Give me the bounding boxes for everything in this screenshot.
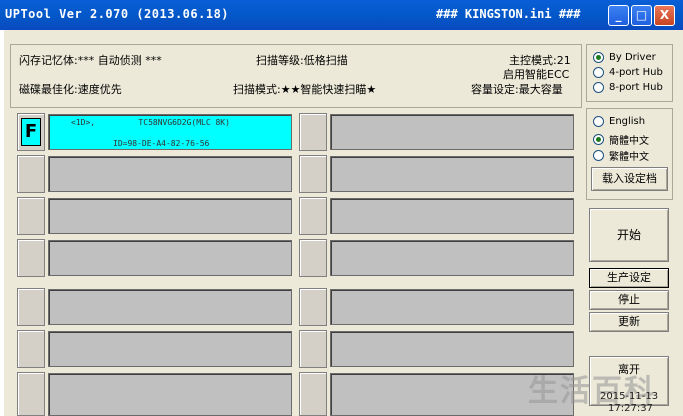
radio-label: 繁體中文	[609, 152, 649, 163]
radio-unchecked-icon	[593, 67, 604, 78]
port-status-slot	[17, 155, 45, 193]
radio-english[interactable]: English	[593, 116, 645, 127]
port-empty[interactable]	[330, 156, 574, 192]
radio-checked-icon	[593, 134, 604, 145]
port-status-slot	[299, 330, 327, 368]
maximize-icon: □	[635, 8, 648, 22]
port-status-slot	[17, 239, 45, 277]
radio-traditional-chinese[interactable]: 繁體中文	[593, 148, 649, 163]
port-status-slot	[17, 330, 45, 368]
load-settings-button[interactable]: 载入设定档	[591, 167, 668, 191]
radio-unchecked-icon	[593, 150, 604, 161]
radio-label: 4-port Hub	[609, 67, 663, 78]
smart-ecc-info: 启用智能ECC	[503, 68, 570, 81]
port-chip-info: <1D>, TC58NVG6D2G(MLC 8K)	[71, 118, 230, 127]
language-options-group: English 簡體中文 繁體中文 载入设定档	[586, 108, 673, 200]
minimize-icon: _	[615, 8, 622, 22]
radio-4-port-hub[interactable]: 4-port Hub	[593, 67, 663, 78]
radio-by-driver[interactable]: By Driver	[593, 52, 656, 63]
port-status-slot	[299, 113, 327, 151]
scan-mode-info: 扫描模式:★★智能快速扫瞄★	[233, 83, 377, 96]
port-flash-id: ID=98-DE-A4-82-76-56	[113, 139, 210, 148]
window-title: UPTool Ver 2.070 (2013.06.18)	[5, 7, 230, 21]
capacity-setting-info: 容量设定:最大容量	[471, 83, 563, 96]
port-empty[interactable]	[330, 289, 574, 325]
radio-simplified-chinese[interactable]: 簡體中文	[593, 132, 649, 147]
port-status-slot	[299, 288, 327, 326]
radio-label: By Driver	[609, 52, 656, 63]
port-empty[interactable]	[48, 156, 292, 192]
disk-optimization-info: 磁碟最佳化:速度优先	[19, 83, 122, 96]
port-status-slot: F	[17, 113, 45, 151]
port-empty[interactable]	[330, 331, 574, 367]
stop-button[interactable]: 停止	[589, 290, 669, 310]
radio-label: English	[609, 116, 646, 127]
flash-memory-info: 闪存记忆体:*** 自动侦测 ***	[19, 54, 162, 67]
radio-label: 簡體中文	[609, 136, 649, 147]
port-status-slot	[299, 372, 327, 416]
port-empty[interactable]	[48, 331, 292, 367]
port-status-slot	[299, 239, 327, 277]
info-panel: 闪存记忆体:*** 自动侦测 *** 扫描等级:低格扫描 主控模式:21 启用智…	[10, 44, 582, 108]
port-status-slot	[17, 197, 45, 235]
port-status-slot	[299, 197, 327, 235]
client-area: 闪存记忆体:*** 自动侦测 *** 扫描等级:低格扫描 主控模式:21 启用智…	[4, 30, 683, 416]
radio-unchecked-icon	[593, 82, 604, 93]
port-empty[interactable]	[330, 240, 574, 276]
title-bar[interactable]: UPTool Ver 2.070 (2013.06.18) ### KINGST…	[0, 0, 683, 30]
port-empty[interactable]	[330, 198, 574, 234]
port-status-slot	[299, 155, 327, 193]
config-file-label: ### KINGSTON.ini ###	[436, 7, 581, 21]
start-button[interactable]: 开始	[589, 208, 669, 262]
port-empty[interactable]	[48, 240, 292, 276]
maximize-button[interactable]: □	[631, 5, 652, 26]
port-status-slot	[17, 372, 45, 416]
radio-label: 8-port Hub	[609, 82, 663, 93]
port-empty[interactable]	[48, 289, 292, 325]
production-settings-button[interactable]: 生产设定	[589, 268, 669, 288]
status-date: 2015-11-13	[600, 391, 659, 402]
port-empty[interactable]	[48, 198, 292, 234]
port-empty[interactable]	[48, 373, 292, 416]
port-active[interactable]: <1D>, TC58NVG6D2G(MLC 8K) ID=98-DE-A4-82…	[48, 114, 292, 150]
drive-letter-badge: F	[21, 118, 41, 146]
hub-options-group: By Driver 4-port Hub 8-port Hub	[586, 44, 673, 102]
radio-unchecked-icon	[593, 116, 604, 127]
radio-8-port-hub[interactable]: 8-port Hub	[593, 82, 663, 93]
port-status-slot	[17, 288, 45, 326]
radio-checked-icon	[593, 52, 604, 63]
close-button[interactable]: X	[654, 5, 675, 26]
status-time: 17:27:37	[608, 403, 653, 414]
update-button[interactable]: 更新	[589, 312, 669, 332]
close-icon: X	[659, 8, 670, 22]
minimize-button[interactable]: _	[608, 5, 629, 26]
port-empty[interactable]	[330, 114, 574, 150]
scan-level-info: 扫描等级:低格扫描	[256, 54, 348, 67]
